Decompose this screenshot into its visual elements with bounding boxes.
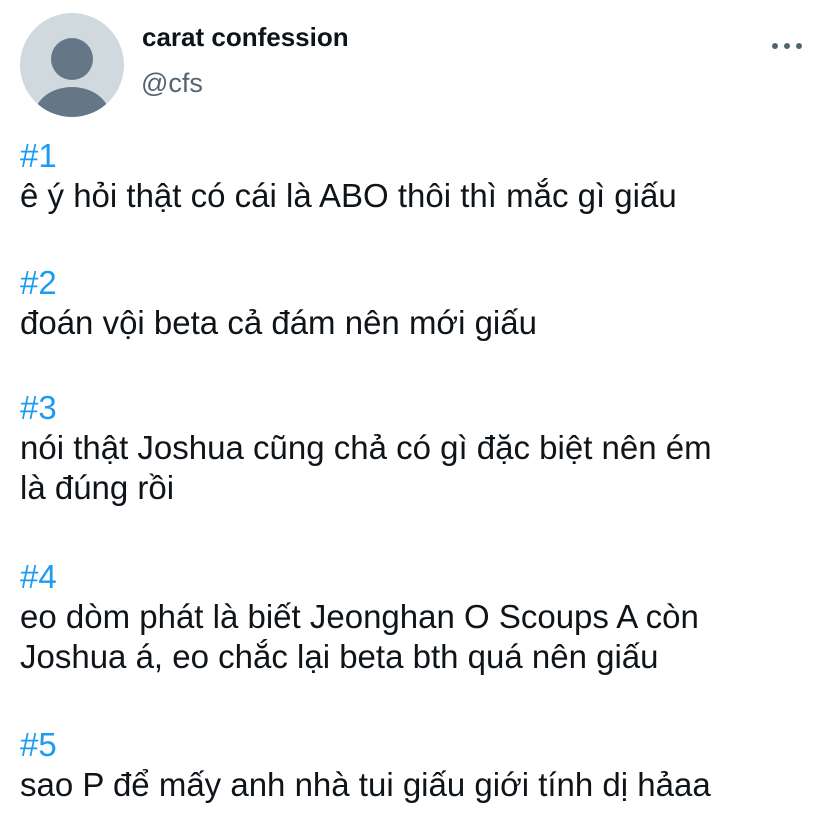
- more-horizontal-icon[interactable]: [770, 36, 804, 56]
- confession-item: #5 sao P để mấy anh nhà tui giấu giới tí…: [20, 725, 711, 805]
- confession-text: đoán vội beta cả đám nên mới giấu: [20, 304, 537, 341]
- default-profile-avatar-icon: [34, 38, 110, 117]
- confession-item: #2 đoán vội beta cả đám nên mới giấu: [20, 263, 537, 343]
- confession-text: sao P để mấy anh nhà tui giấu giới tính …: [20, 766, 711, 803]
- confession-text: Joshua á, eo chắc lại beta bth quá nên g…: [20, 638, 659, 675]
- confession-text: nói thật Joshua cũng chả có gì đặc biệt …: [20, 429, 712, 466]
- author-display-name[interactable]: carat confession: [142, 22, 349, 53]
- confession-number[interactable]: #5: [20, 725, 711, 765]
- confession-number[interactable]: #2: [20, 263, 537, 303]
- confession-number[interactable]: #1: [20, 136, 677, 176]
- confession-item: #4 eo dòm phát là biết Jeonghan O Scoups…: [20, 557, 699, 677]
- confession-text: là đúng rồi: [20, 469, 175, 506]
- confession-text: ê ý hỏi thật có cái là ABO thôi thì mắc …: [20, 177, 677, 214]
- tweet: carat confession @cfs #1 ê ý hỏi thật có…: [0, 0, 828, 831]
- confession-number[interactable]: #3: [20, 388, 712, 428]
- confession-number[interactable]: #4: [20, 557, 699, 597]
- avatar[interactable]: [20, 13, 124, 117]
- confession-item: #1 ê ý hỏi thật có cái là ABO thôi thì m…: [20, 136, 677, 216]
- author-handle[interactable]: @cfs: [141, 68, 203, 99]
- confession-item: #3 nói thật Joshua cũng chả có gì đặc bi…: [20, 388, 712, 508]
- confession-text: eo dòm phát là biết Jeonghan O Scoups A …: [20, 598, 699, 635]
